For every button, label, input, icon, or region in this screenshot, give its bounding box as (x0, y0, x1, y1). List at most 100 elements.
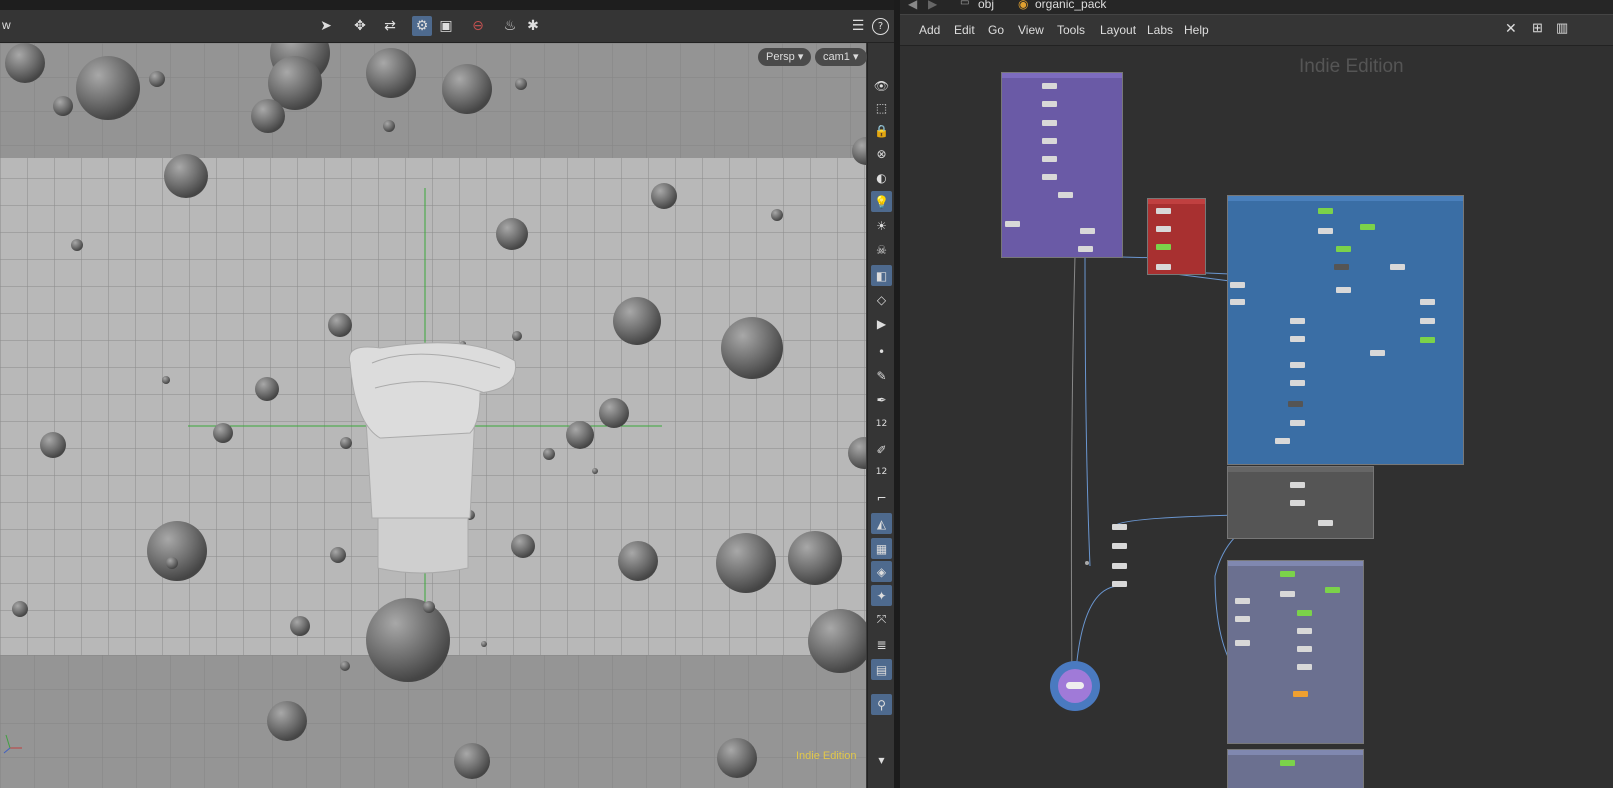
tools-icon[interactable]: ✕ (1505, 20, 1517, 37)
network-canvas[interactable] (900, 46, 1613, 788)
stop-icon[interactable]: ⊖ (468, 16, 488, 36)
network-node[interactable] (1334, 264, 1349, 270)
network-node[interactable] (1297, 628, 1312, 634)
visibility-icon[interactable]: ⊗ (871, 143, 892, 164)
select-icon[interactable]: ➤ (316, 16, 336, 36)
menu-help[interactable]: Help (1184, 23, 1209, 37)
network-node[interactable] (1275, 438, 1290, 444)
network-node[interactable] (1235, 616, 1250, 622)
network-node[interactable] (1230, 282, 1245, 288)
menu-view[interactable]: View (1018, 23, 1044, 37)
network-node[interactable] (1288, 401, 1303, 407)
path-obj[interactable]: obj (978, 0, 994, 11)
network-node[interactable] (1318, 208, 1333, 214)
cam-icon[interactable]: ▶ (871, 313, 892, 334)
network-node[interactable] (1042, 174, 1057, 180)
axis-icon[interactable]: ⤧ (871, 609, 892, 630)
network-node[interactable] (1290, 420, 1305, 426)
network-node[interactable] (1235, 598, 1250, 604)
network-node[interactable] (1042, 156, 1057, 162)
wire-icon[interactable]: ◐ (871, 167, 892, 188)
vector-icon[interactable]: ◭ (871, 513, 892, 534)
camera-menu[interactable]: Persp ▾ (758, 48, 812, 66)
skull-icon[interactable]: ☠ (871, 239, 892, 260)
eye-icon[interactable]: 👁 (871, 75, 892, 96)
output-node[interactable] (1050, 661, 1100, 711)
network-node[interactable] (1112, 524, 1127, 530)
butterfly-icon[interactable]: ✦ (871, 585, 892, 606)
path-organic-pack[interactable]: organic_pack (1035, 0, 1106, 11)
back-arrow-icon[interactable]: ◀ (908, 0, 917, 11)
menu-edit[interactable]: Edit (954, 23, 975, 37)
network-node[interactable] (1078, 246, 1093, 252)
network-node[interactable] (1297, 610, 1312, 616)
ghost-icon[interactable]: ◇ (871, 289, 892, 310)
network-node[interactable] (1042, 120, 1057, 126)
network-node[interactable] (1336, 287, 1351, 293)
network-node[interactable] (1420, 299, 1435, 305)
network-node[interactable] (1080, 228, 1095, 234)
lighting-icon[interactable]: ♨ (500, 16, 520, 36)
network-node[interactable] (1297, 664, 1312, 670)
tree-icon[interactable]: ⊞ (1532, 20, 1543, 36)
lavender-network-box-2[interactable] (1227, 749, 1364, 788)
camera-icon[interactable]: ⬚ (871, 97, 892, 118)
network-node[interactable] (1290, 380, 1305, 386)
network-node[interactable] (1235, 640, 1250, 646)
network-node[interactable] (1420, 337, 1435, 343)
network-node[interactable] (1042, 83, 1057, 89)
menu-icon[interactable]: ☰ (848, 16, 868, 36)
render-icon[interactable]: ✱ (523, 16, 543, 36)
network-node[interactable] (1360, 224, 1375, 230)
blue-network-box[interactable] (1227, 195, 1464, 465)
network-node[interactable] (1325, 587, 1340, 593)
bulb-icon[interactable]: ☀ (871, 215, 892, 236)
network-node[interactable] (1297, 646, 1312, 652)
network-node[interactable] (1290, 482, 1305, 488)
menu-layout[interactable]: Layout (1100, 23, 1136, 37)
network-node[interactable] (1112, 563, 1127, 569)
light-icon[interactable]: 💡 (871, 191, 892, 212)
lock-icon[interactable]: 🔒 (871, 120, 892, 141)
network-node[interactable] (1112, 581, 1127, 587)
network-node[interactable] (1318, 228, 1333, 234)
network-node[interactable] (1156, 244, 1171, 250)
network-node[interactable] (1280, 591, 1295, 597)
layout-icon[interactable]: ▥ (1556, 20, 1568, 36)
network-node[interactable] (1290, 318, 1305, 324)
network-node[interactable] (1318, 520, 1333, 526)
snap-icon[interactable]: ⚙ (412, 16, 432, 36)
network-node[interactable] (1112, 543, 1127, 549)
shape-icon[interactable]: ◈ (871, 561, 892, 582)
transform-icon[interactable]: ✥ (350, 16, 370, 36)
help-icon[interactable]: ? (872, 18, 889, 35)
handle-icon[interactable]: ⇄ (380, 16, 400, 36)
menu-tools[interactable]: Tools (1057, 23, 1085, 37)
network-node[interactable] (1336, 246, 1351, 252)
network-node[interactable] (1005, 221, 1020, 227)
network-node[interactable] (1156, 264, 1171, 270)
pin-icon[interactable]: ⚲ (871, 694, 892, 715)
network-node[interactable] (1156, 226, 1171, 232)
network-node[interactable] (1290, 500, 1305, 506)
forward-arrow-icon[interactable]: ▶ (928, 0, 937, 11)
network-node[interactable] (1420, 318, 1435, 324)
menu-go[interactable]: Go (988, 23, 1004, 37)
network-node[interactable] (1280, 760, 1295, 766)
network-node[interactable] (1156, 208, 1171, 214)
network-node[interactable] (1280, 571, 1295, 577)
purple-network-box[interactable] (1001, 72, 1123, 258)
paint-icon[interactable]: ✐ (871, 439, 892, 460)
viewport-scene[interactable] (0, 43, 866, 788)
network-node[interactable] (1058, 192, 1073, 198)
corner-icon[interactable]: ⌐ (871, 487, 892, 508)
menu-labs[interactable]: Labs (1147, 23, 1173, 37)
network-node[interactable] (1290, 336, 1305, 342)
shade-icon[interactable]: ◧ (871, 265, 892, 286)
network-node[interactable] (1290, 362, 1305, 368)
network-node[interactable] (1042, 138, 1057, 144)
point-icon[interactable]: • (871, 341, 892, 362)
network-node[interactable] (1370, 350, 1385, 356)
network-node[interactable] (1230, 299, 1245, 305)
network-node[interactable] (1042, 101, 1057, 107)
